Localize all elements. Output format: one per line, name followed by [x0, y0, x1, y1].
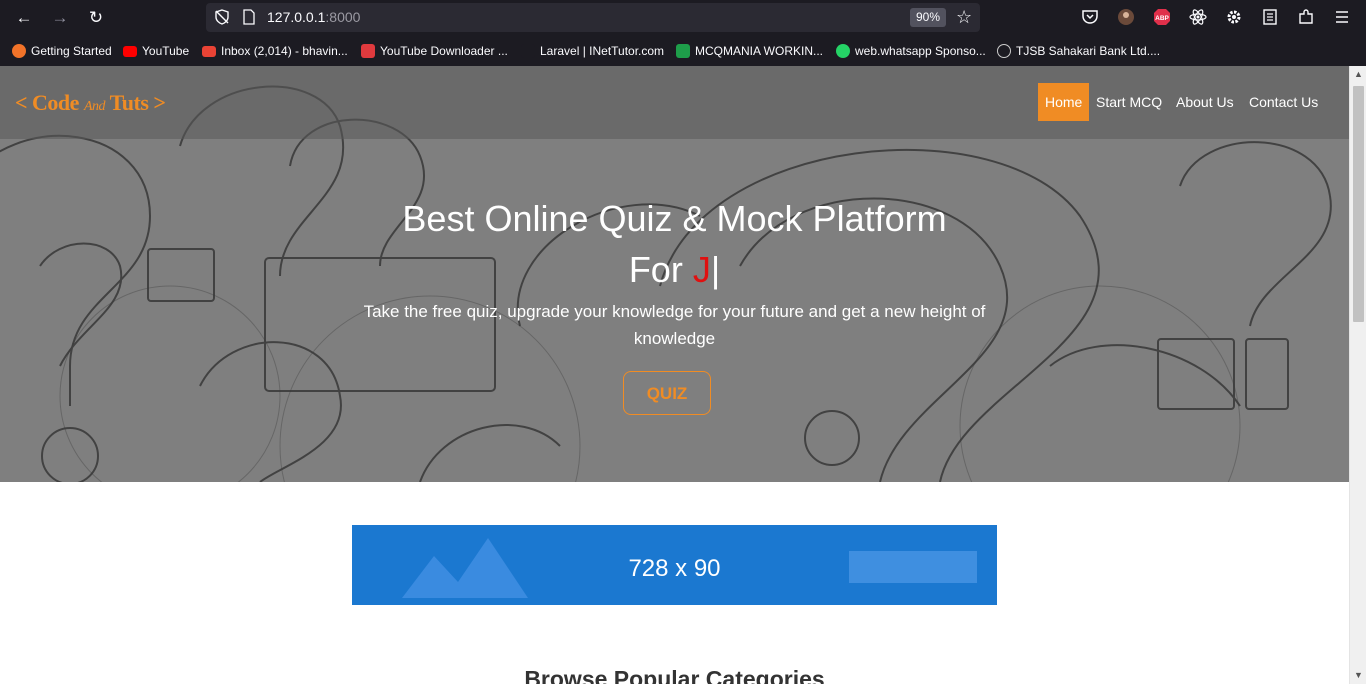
url-text[interactable]: 127.0.0.1:8000: [267, 9, 360, 25]
logo-code-text: < Code: [15, 90, 79, 115]
svg-text:ABP: ABP: [1155, 15, 1169, 22]
url-host: 127.0.0.1: [267, 9, 326, 25]
globe-icon: [997, 44, 1011, 58]
nav-home[interactable]: Home: [1038, 83, 1090, 121]
typed-prefix: For: [628, 249, 693, 290]
site-logo[interactable]: < Code And Tuts >: [15, 90, 166, 116]
bookmark-label: YouTube: [142, 44, 190, 58]
extensions-puzzle-icon[interactable]: [1297, 8, 1315, 26]
youtube-icon: [123, 45, 137, 57]
bookmark-label: MCQMANIA WORKIN...: [695, 44, 824, 58]
page-scrollbar[interactable]: ▲ ▼: [1349, 66, 1366, 684]
account-avatar-icon[interactable]: [1117, 8, 1135, 26]
scroll-down-arrow-icon[interactable]: ▼: [1350, 667, 1366, 684]
bookmark-label: Laravel | INetTutor.com: [540, 44, 665, 58]
bookmark-getting-started[interactable]: Getting Started: [12, 43, 112, 59]
forward-button[interactable]: →: [48, 6, 72, 30]
download-icon: [361, 44, 375, 58]
react-devtools-icon[interactable]: [1189, 8, 1207, 26]
blank-icon: [521, 44, 535, 58]
bookmarks-bar: Getting Started YouTube Inbox (2,014) - …: [0, 36, 1366, 66]
hero-typed-text: For J|: [0, 249, 1349, 291]
adblock-plus-icon[interactable]: ABP: [1153, 8, 1171, 26]
pocket-icon[interactable]: [1081, 8, 1099, 26]
menu-hamburger-icon[interactable]: [1333, 8, 1351, 26]
bookmark-mcqmania[interactable]: MCQMANIA WORKIN...: [676, 43, 823, 59]
whatsapp-icon: [836, 44, 850, 58]
hero-title: Best Online Quiz & Mock Platform: [402, 198, 947, 239]
hero-subtitle: Take the free quiz, upgrade your knowled…: [363, 302, 986, 348]
bookmark-youtube-downloader[interactable]: YouTube Downloader ...: [361, 43, 508, 59]
page-viewport: < Code And Tuts > Home Start MCQ About U…: [0, 66, 1349, 684]
ad-banner[interactable]: 728 x 90: [352, 525, 997, 605]
typed-letter: J: [692, 249, 711, 290]
bookmark-label: YouTube Downloader ...: [380, 44, 508, 58]
page-info-icon[interactable]: [242, 9, 256, 25]
bookmark-tjsb[interactable]: TJSB Sahakari Bank Ltd....: [997, 43, 1160, 59]
bookmark-label: TJSB Sahakari Bank Ltd....: [1016, 44, 1161, 58]
logo-and-text: And: [83, 99, 106, 114]
gmail-icon: [202, 45, 216, 57]
back-button[interactable]: ←: [12, 6, 36, 30]
hero-section: < Code And Tuts > Home Start MCQ About U…: [0, 66, 1349, 482]
categories-heading: Browse Popular Categories: [524, 666, 825, 684]
nav-about-us[interactable]: About Us: [1169, 83, 1241, 121]
nav-contact-us[interactable]: Contact Us: [1242, 83, 1325, 121]
site-header: < Code And Tuts > Home Start MCQ About U…: [0, 66, 1349, 139]
quiz-button[interactable]: QUIZ: [623, 371, 711, 415]
bookmark-youtube[interactable]: YouTube: [123, 43, 189, 59]
extension-gear-icon[interactable]: [1225, 8, 1243, 26]
nav-start-mcq[interactable]: Start MCQ: [1089, 83, 1169, 121]
bookmark-inbox[interactable]: Inbox (2,014) - bhavin...: [202, 43, 348, 59]
bookmark-laravel[interactable]: Laravel | INetTutor.com: [521, 43, 664, 59]
ad-placeholder-block: [849, 551, 977, 583]
typed-cursor: |: [710, 249, 721, 290]
scroll-up-arrow-icon[interactable]: ▲: [1350, 66, 1366, 83]
bookmark-whatsapp[interactable]: web.whatsapp Sponso...: [836, 43, 986, 59]
zoom-level-badge[interactable]: 90%: [910, 8, 947, 27]
logo-tuts-text: Tuts >: [109, 90, 166, 115]
reload-button[interactable]: ↻: [84, 6, 108, 30]
bookmark-star-icon[interactable]: ☆: [956, 7, 976, 27]
bookmark-label: Inbox (2,014) - bhavin...: [221, 44, 348, 58]
firefox-icon: [12, 44, 26, 58]
url-port: :8000: [325, 9, 361, 25]
reader-list-icon[interactable]: [1261, 8, 1279, 26]
tracking-protection-icon[interactable]: [214, 9, 230, 25]
browser-toolbar: ← → ↻ 127.0.0.1:8000 90% ☆ ABP: [0, 0, 1366, 36]
bookmark-label: web.whatsapp Sponso...: [855, 44, 986, 58]
scroll-thumb[interactable]: [1353, 86, 1364, 322]
bookmark-label: Getting Started: [31, 44, 112, 58]
cross-icon: [676, 44, 690, 58]
url-bar[interactable]: 127.0.0.1:8000 90% ☆: [206, 3, 980, 32]
